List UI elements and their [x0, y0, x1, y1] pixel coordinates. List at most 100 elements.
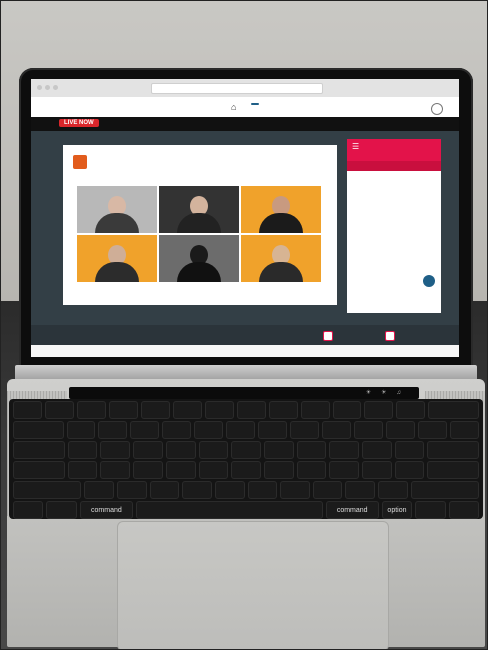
key[interactable]: command — [325, 501, 379, 519]
key[interactable] — [13, 421, 64, 439]
bottom-tabs — [31, 345, 459, 357]
key[interactable] — [361, 461, 392, 479]
home-icon[interactable]: ⌂ — [231, 102, 236, 112]
key[interactable] — [98, 421, 128, 439]
key[interactable] — [67, 461, 98, 479]
key[interactable] — [198, 461, 229, 479]
key[interactable] — [428, 401, 479, 419]
key[interactable] — [396, 401, 426, 419]
key[interactable] — [67, 441, 98, 459]
key[interactable] — [165, 461, 196, 479]
site-nav — [251, 103, 286, 105]
browser-toolbar — [31, 79, 459, 98]
key[interactable] — [448, 501, 479, 519]
key[interactable] — [247, 481, 278, 499]
key[interactable] — [394, 441, 425, 459]
key[interactable] — [345, 481, 376, 499]
live-bar: LIVE NOW — [31, 117, 459, 131]
key[interactable] — [133, 461, 163, 479]
key[interactable] — [263, 441, 294, 459]
key[interactable] — [13, 501, 44, 519]
menu-icon[interactable]: ☰ — [352, 142, 359, 151]
action-button[interactable] — [385, 331, 395, 341]
key[interactable] — [329, 441, 359, 459]
participant-grid — [77, 186, 321, 282]
key[interactable]: option — [381, 501, 413, 519]
key[interactable] — [130, 421, 160, 439]
key[interactable] — [322, 421, 352, 439]
participant-tile — [159, 186, 239, 233]
address-bar[interactable] — [151, 83, 323, 94]
key[interactable] — [427, 441, 480, 459]
key[interactable] — [198, 441, 229, 459]
key[interactable] — [13, 461, 65, 479]
key[interactable] — [268, 401, 298, 419]
key[interactable] — [84, 481, 114, 499]
keyboard-row: command command option — [13, 501, 479, 519]
key[interactable] — [361, 441, 392, 459]
key[interactable] — [280, 481, 310, 499]
key[interactable] — [410, 481, 480, 499]
participant-tile — [241, 186, 321, 233]
key[interactable] — [66, 421, 96, 439]
key[interactable] — [108, 401, 138, 419]
key[interactable] — [329, 461, 359, 479]
key[interactable] — [296, 441, 327, 459]
chat-tabs — [347, 161, 441, 171]
key[interactable] — [204, 401, 234, 419]
key[interactable] — [231, 441, 261, 459]
key[interactable] — [165, 441, 196, 459]
keyboard-row — [13, 441, 480, 459]
key[interactable] — [162, 421, 192, 439]
key[interactable] — [76, 401, 106, 419]
key[interactable] — [394, 461, 425, 479]
touchbar-icons[interactable]: ☀☀♫ — [366, 389, 411, 396]
keyboard-row — [13, 481, 480, 499]
key[interactable] — [226, 421, 256, 439]
key[interactable] — [116, 481, 147, 499]
key[interactable] — [149, 481, 180, 499]
key[interactable] — [13, 401, 42, 419]
key[interactable] — [231, 461, 261, 479]
key[interactable] — [46, 501, 77, 519]
key[interactable] — [194, 421, 224, 439]
action-button[interactable] — [323, 331, 333, 341]
keyboard-row — [13, 401, 479, 419]
key[interactable] — [415, 501, 446, 519]
key[interactable] — [300, 401, 330, 419]
avatar[interactable] — [431, 103, 443, 115]
touch-bar: ☀☀♫ — [69, 387, 419, 399]
nav-item-active[interactable] — [251, 103, 259, 105]
key[interactable] — [214, 481, 245, 499]
presentation-slide — [63, 145, 337, 305]
key[interactable] — [364, 401, 394, 419]
key[interactable] — [332, 401, 362, 419]
key[interactable] — [172, 401, 202, 419]
key[interactable] — [354, 421, 384, 439]
key[interactable] — [13, 441, 65, 459]
key[interactable] — [449, 421, 479, 439]
key[interactable] — [140, 401, 170, 419]
key[interactable] — [44, 401, 74, 419]
key[interactable] — [386, 421, 416, 439]
key[interactable] — [182, 481, 212, 499]
key[interactable] — [100, 461, 131, 479]
participant-tile — [77, 235, 157, 282]
key[interactable] — [312, 481, 343, 499]
key[interactable] — [427, 461, 480, 479]
key[interactable] — [418, 421, 447, 439]
key[interactable] — [263, 461, 294, 479]
key[interactable] — [378, 481, 408, 499]
trackpad[interactable] — [117, 521, 389, 649]
key[interactable] — [13, 481, 82, 499]
key[interactable]: command — [79, 501, 133, 519]
key[interactable] — [290, 421, 320, 439]
key[interactable] — [296, 461, 327, 479]
key[interactable] — [236, 401, 266, 419]
key[interactable] — [100, 441, 131, 459]
key[interactable] — [133, 441, 163, 459]
keyboard-row — [13, 421, 479, 439]
spacebar[interactable] — [135, 501, 323, 519]
send-icon[interactable] — [423, 275, 435, 287]
key[interactable] — [258, 421, 288, 439]
